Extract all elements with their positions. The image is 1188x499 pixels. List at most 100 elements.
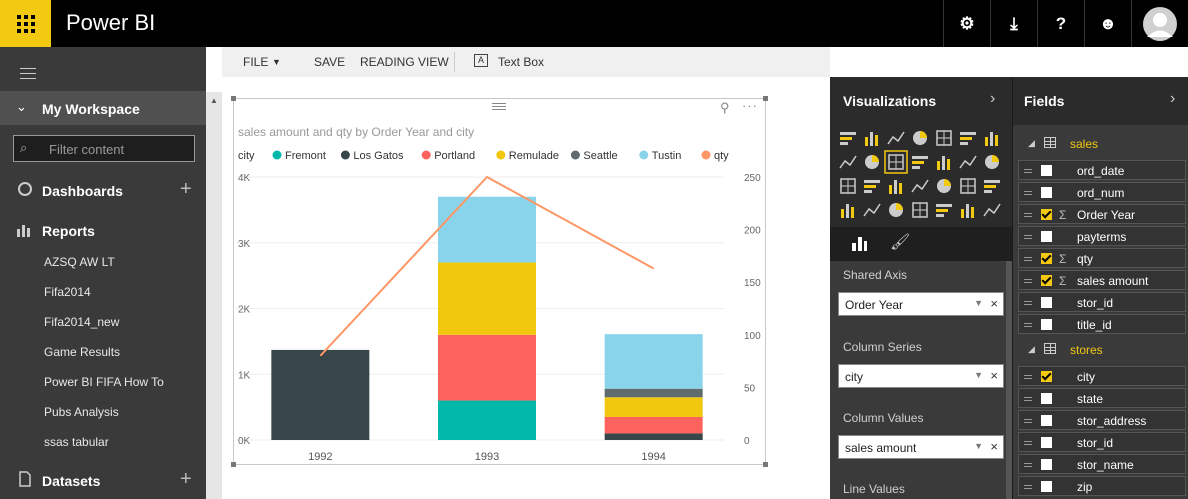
remove-icon[interactable]: × — [990, 439, 998, 454]
shared-axis-well[interactable]: Order Year ▼ × — [838, 292, 1004, 316]
drag-grip-icon[interactable] — [1024, 375, 1032, 376]
fields-tab-icon[interactable] — [852, 235, 868, 251]
caret-down-icon[interactable]: ▼ — [974, 370, 983, 380]
report-item[interactable]: Fifa2014_new — [44, 315, 119, 329]
field-row[interactable]: stor_id — [1018, 292, 1186, 312]
field-row[interactable]: state — [1018, 388, 1186, 408]
visual-type-icon[interactable] — [887, 131, 905, 145]
legend-item[interactable]: Seattle — [583, 150, 617, 162]
report-item[interactable]: Game Results — [44, 345, 120, 359]
field-checkbox[interactable] — [1041, 459, 1052, 470]
visual-type-icon[interactable] — [841, 204, 854, 218]
field-checkbox[interactable] — [1041, 437, 1052, 448]
bar-remulade[interactable] — [604, 397, 703, 417]
drag-grip-icon[interactable] — [1024, 279, 1032, 280]
field-table-header[interactable]: ◢ sales — [1028, 136, 1188, 154]
field-table-header[interactable]: ◢ stores — [1028, 342, 1188, 360]
report-item[interactable]: Pubs Analysis — [44, 405, 119, 419]
chevron-right-icon[interactable]: › — [990, 90, 995, 108]
nav-datasets[interactable]: Datasets — [42, 473, 100, 489]
visual-type-icon[interactable] — [960, 178, 976, 194]
bar-fremont[interactable] — [438, 400, 536, 440]
pin-icon[interactable]: ⚲ — [720, 100, 730, 116]
drag-grip-icon[interactable] — [1024, 419, 1032, 420]
report-item[interactable]: AZSQ AW LT — [44, 255, 115, 269]
account-button[interactable] — [1131, 0, 1188, 47]
field-checkbox[interactable] — [1041, 319, 1052, 330]
legend-item[interactable]: Tustin — [652, 150, 682, 162]
drag-grip-icon[interactable] — [1024, 191, 1032, 192]
visual-type-icon[interactable] — [864, 180, 880, 193]
field-row[interactable]: ord_num — [1018, 182, 1186, 202]
drag-grip-icon[interactable] — [1024, 169, 1032, 170]
visual-type-icon[interactable] — [913, 131, 927, 145]
app-launcher-button[interactable] — [0, 0, 51, 47]
field-row[interactable]: stor_name — [1018, 454, 1186, 474]
save-button[interactable]: SAVE — [314, 55, 345, 69]
field-checkbox[interactable] — [1041, 415, 1052, 426]
column-values-well[interactable]: sales amount ▼ × — [838, 435, 1004, 459]
visual-type-icon[interactable] — [936, 130, 952, 146]
reading-view-button[interactable]: READING VIEW — [360, 55, 449, 69]
nav-reports[interactable]: Reports — [42, 223, 95, 239]
visual-type-icon[interactable] — [840, 178, 856, 194]
remove-icon[interactable]: × — [990, 296, 998, 311]
nav-scrollbar[interactable]: ▲ — [206, 92, 222, 499]
field-checkbox[interactable] — [1041, 209, 1052, 220]
drag-grip-icon[interactable] — [1024, 213, 1032, 214]
bar-seattle[interactable] — [604, 388, 703, 398]
visual-type-icon[interactable] — [985, 132, 998, 146]
add-dashboard-icon[interactable]: + — [180, 178, 192, 201]
caret-down-icon[interactable]: ▼ — [974, 298, 983, 308]
legend-item[interactable]: Portland — [434, 150, 475, 162]
field-row[interactable]: Σ Order Year — [1018, 204, 1186, 224]
field-checkbox[interactable] — [1041, 481, 1052, 492]
visual-type-icon[interactable] — [936, 204, 952, 217]
feedback-button[interactable]: ☻ — [1084, 0, 1131, 47]
more-options-icon[interactable]: ··· — [742, 98, 758, 113]
nav-dashboards[interactable]: Dashboards — [42, 183, 123, 199]
field-checkbox[interactable] — [1041, 275, 1052, 286]
download-button[interactable]: ⤓ — [990, 0, 1037, 47]
visual-type-icon[interactable] — [889, 203, 903, 217]
field-row[interactable]: zip — [1018, 476, 1186, 496]
hamburger-menu-icon[interactable] — [20, 68, 36, 79]
remove-icon[interactable]: × — [990, 368, 998, 383]
visual-type-icon[interactable] — [840, 132, 856, 145]
bar-portland[interactable] — [604, 416, 703, 434]
legend-item[interactable]: Remulade — [509, 150, 559, 162]
resize-handle[interactable] — [763, 96, 768, 101]
field-row[interactable]: Σ qty — [1018, 248, 1186, 268]
visual-type-icon[interactable] — [865, 132, 878, 146]
field-row[interactable]: stor_id — [1018, 432, 1186, 452]
visual-type-icon[interactable] — [984, 180, 1000, 193]
chevron-right-icon[interactable]: › — [1170, 90, 1175, 108]
legend-item[interactable]: Fremont — [285, 150, 326, 162]
collapse-icon[interactable]: ◢ — [1028, 138, 1035, 149]
text-box-button[interactable]: Text Box — [498, 55, 544, 69]
bar-portland[interactable] — [438, 334, 536, 401]
drag-grip-icon[interactable] — [1024, 235, 1032, 236]
field-checkbox[interactable] — [1041, 253, 1052, 264]
resize-handle[interactable] — [231, 96, 236, 101]
report-item[interactable]: Fifa2014 — [44, 285, 91, 299]
field-checkbox[interactable] — [1041, 393, 1052, 404]
bar-remulade[interactable] — [438, 262, 536, 335]
caret-down-icon[interactable]: ▼ — [974, 441, 983, 451]
field-row[interactable]: ord_date — [1018, 160, 1186, 180]
paint-roller-icon[interactable]: 🖌 — [890, 232, 910, 252]
bar-tustin[interactable] — [604, 334, 703, 389]
drag-grip-icon[interactable] — [1024, 323, 1032, 324]
visual-type-icon[interactable] — [960, 132, 976, 145]
drag-handle-icon[interactable] — [492, 103, 506, 110]
collapse-icon[interactable]: ◢ — [1028, 344, 1035, 355]
bar-los-gatos[interactable] — [271, 349, 370, 440]
visual-type-icon[interactable] — [937, 179, 951, 193]
settings-button[interactable]: ⚙ — [943, 0, 990, 47]
visual-type-icon[interactable] — [863, 203, 881, 217]
field-checkbox[interactable] — [1041, 187, 1052, 198]
visual-type-icon[interactable] — [884, 150, 908, 174]
drag-grip-icon[interactable] — [1024, 485, 1032, 486]
report-item[interactable]: ssas tabular — [44, 435, 109, 449]
visual-type-icon[interactable] — [839, 155, 857, 169]
